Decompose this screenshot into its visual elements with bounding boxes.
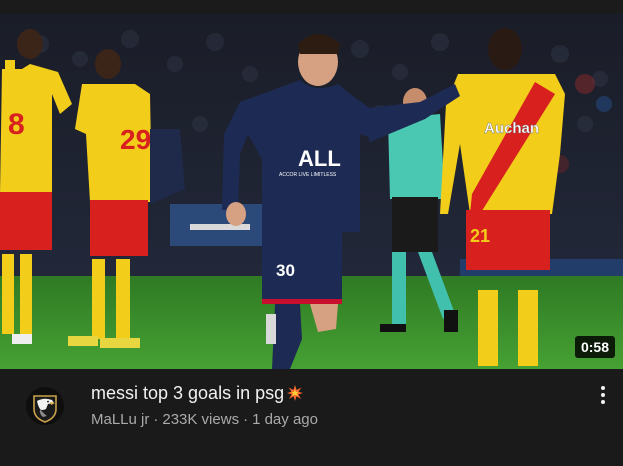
eagle-icon bbox=[33, 395, 57, 423]
jersey-number-8: 8 bbox=[8, 108, 25, 141]
separator-dot: · bbox=[153, 411, 159, 428]
video-byline: MaLLu jr · 233K views · 1 day ago bbox=[91, 410, 318, 430]
view-count: 233K views bbox=[162, 411, 240, 428]
thumbnail-image: 8 29 Auchan 21 ALL ACCOR LIVE LIMITLESS … bbox=[0, 14, 623, 369]
channel-avatar[interactable] bbox=[26, 387, 64, 425]
separator-dot: · bbox=[243, 411, 249, 428]
video-thumbnail[interactable]: 8 29 Auchan 21 ALL ACCOR LIVE LIMITLESS … bbox=[0, 14, 623, 369]
top-edge-strip bbox=[0, 0, 623, 14]
video-duration-badge: 0:58 bbox=[574, 336, 615, 358]
video-title[interactable]: messi top 3 goals in psg bbox=[91, 381, 563, 408]
jersey-number-21: 21 bbox=[470, 226, 490, 246]
collision-burst-icon bbox=[286, 384, 304, 408]
upload-age: 1 day ago bbox=[252, 411, 318, 428]
jersey-number-29: 29 bbox=[120, 124, 151, 155]
jersey-number-30: 30 bbox=[276, 261, 295, 280]
sponsor-accor: ACCOR LIVE LIMITLESS bbox=[279, 172, 337, 178]
more-vertical-icon[interactable] bbox=[593, 383, 613, 407]
video-title-text: messi top 3 goals in psg bbox=[91, 383, 285, 403]
sponsor-all: ALL bbox=[298, 146, 341, 171]
channel-name[interactable]: MaLLu jr bbox=[91, 411, 149, 428]
sponsor-auchan: Auchan bbox=[484, 120, 539, 137]
video-metadata: messi top 3 goals in psg MaLLu jr · 233K v… bbox=[0, 369, 623, 466]
